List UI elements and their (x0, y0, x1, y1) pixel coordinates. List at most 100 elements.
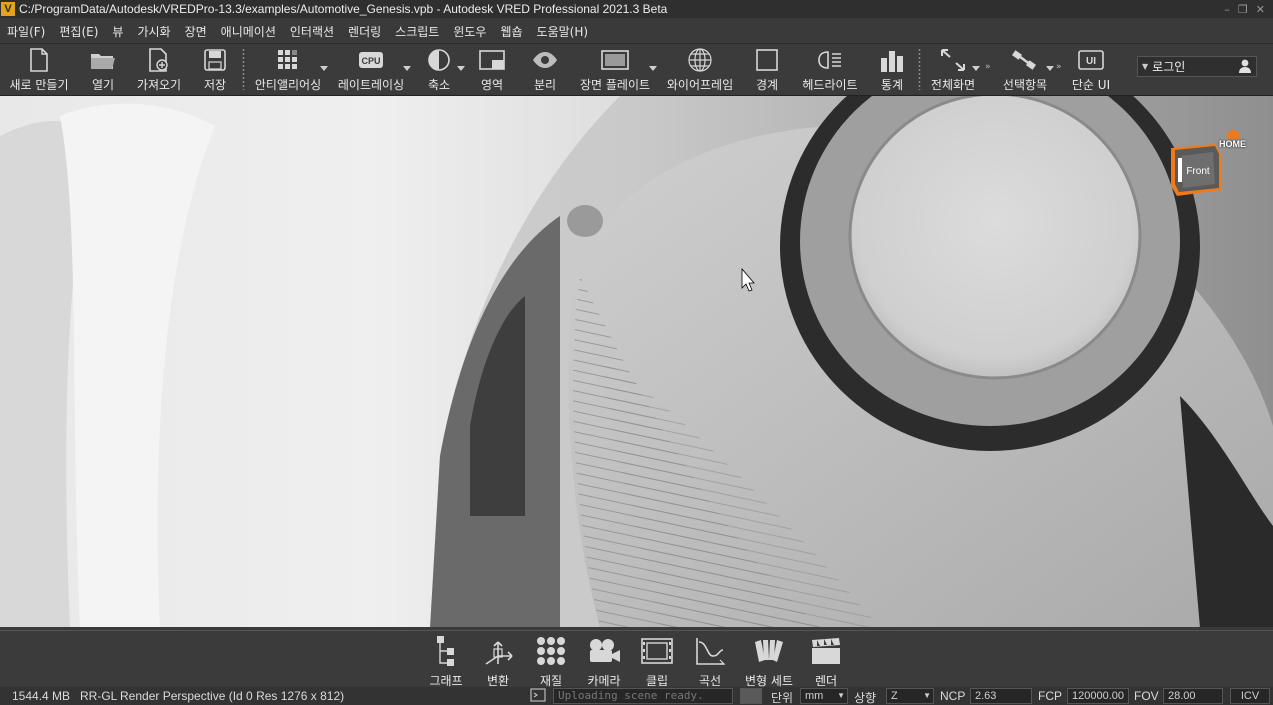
toolbar-grip[interactable] (242, 48, 245, 90)
reduce-button[interactable]: 축소 (420, 44, 458, 94)
cpu-icon: CPU (356, 47, 386, 73)
curve-editor-icon (694, 635, 726, 667)
selection-button[interactable]: 선택항목 (998, 44, 1052, 94)
reduce-dropdown-icon[interactable] (457, 66, 465, 71)
new-button[interactable]: 새로 만들기 (6, 44, 72, 94)
curve-button[interactable]: 곡선 (686, 635, 734, 689)
clapperboard-icon (811, 635, 841, 667)
selection-dropdown-icon[interactable] (1046, 66, 1054, 71)
scene-plate-button[interactable]: 장면 플레이트 (576, 44, 654, 94)
navigation-cube[interactable]: Front (1165, 138, 1225, 198)
fov-label: FOV (1134, 689, 1159, 703)
headlight-icon (816, 47, 844, 73)
variant-sets-button[interactable]: 변형 세트 (740, 635, 798, 689)
window-controls: – ❐ ✕ (1224, 0, 1265, 18)
separate-button[interactable]: 분리 (528, 44, 562, 94)
login-label: 로그인 (1152, 60, 1186, 74)
pixel-grid-icon (276, 47, 300, 73)
icv-button[interactable]: ICV (1230, 688, 1270, 704)
camera-button[interactable]: 카메라 (580, 635, 628, 689)
up-axis-select[interactable]: Z ▼ (886, 688, 934, 704)
fov-input[interactable]: 28.00 (1163, 688, 1223, 704)
vred-app-window: V C:/ProgramData/Autodesk/VREDPro-13.3/e… (0, 0, 1273, 705)
render-viewport[interactable]: Front HOME (0, 95, 1273, 627)
menu-file[interactable]: 파일(F) (0, 23, 52, 40)
menu-rendering[interactable]: 렌더링 (341, 23, 388, 40)
toolbar-overflow-icon[interactable]: » (985, 62, 991, 72)
status-bar: 1544.4 MB RR-GL Render Perspective (Id 0… (0, 687, 1273, 705)
minimize-icon[interactable]: – (1224, 3, 1230, 16)
vred-logo-icon: V (1, 2, 15, 16)
menu-animation[interactable]: 애니메이션 (214, 23, 283, 40)
render-view-image (0, 96, 1273, 627)
menu-edit[interactable]: 편집(E) (52, 23, 105, 40)
folder-icon (89, 47, 117, 73)
scene-plate-dropdown-icon[interactable] (649, 66, 657, 71)
satellite-icon (1011, 47, 1039, 73)
wireframe-button[interactable]: 와이어프레임 (664, 44, 736, 94)
simple-ui-button[interactable]: UI 단순 UI (1068, 44, 1114, 94)
menu-webshop[interactable]: 웹숍 (493, 23, 529, 40)
raytracing-dropdown-icon[interactable] (403, 66, 411, 71)
menu-script[interactable]: 스크립트 (388, 23, 446, 40)
import-button[interactable]: 가져오기 (134, 44, 184, 94)
chevron-down-icon: ▼ (923, 691, 931, 700)
menu-interaction[interactable]: 인터랙션 (283, 23, 341, 40)
film-clip-icon (641, 635, 673, 667)
message-field: Uploading scene ready. (553, 688, 733, 704)
user-icon (1238, 58, 1252, 77)
terminal-icon[interactable] (530, 688, 546, 705)
login-dropdown[interactable]: ▼ 로그인 (1137, 56, 1257, 77)
fcp-label: FCP (1038, 689, 1062, 703)
close-icon[interactable]: ✕ (1256, 3, 1265, 16)
scenegraph-icon (433, 635, 459, 667)
transform-button[interactable]: 변환 (474, 635, 522, 689)
open-button[interactable]: 열기 (84, 44, 122, 94)
units-label: 단위 (771, 691, 794, 705)
floppy-disk-icon (203, 47, 227, 73)
antialiasing-button[interactable]: 안티앨리어싱 (252, 44, 324, 94)
menu-help[interactable]: 도움말(H) (530, 23, 596, 40)
raytracing-button[interactable]: CPU 레이트레이싱 (334, 44, 408, 94)
units-select[interactable]: mm ▼ (800, 688, 848, 704)
material-spheres-icon (536, 635, 566, 667)
chevron-down-icon: ▼ (1142, 62, 1149, 71)
region-button[interactable]: 영역 (474, 44, 510, 94)
fullscreen-button[interactable]: 전체화면 (928, 44, 978, 94)
home-icon (1224, 129, 1241, 139)
window-title: C:/ProgramData/Autodesk/VREDPro-13.3/exa… (19, 2, 668, 16)
up-axis-label: 상향 (854, 691, 877, 705)
headlight-button[interactable]: 헤드라이트 (798, 44, 862, 94)
antialiasing-dropdown-icon[interactable] (320, 66, 328, 71)
fullscreen-dropdown-icon[interactable] (972, 66, 980, 71)
new-file-icon (28, 47, 50, 73)
menu-window[interactable]: 윈도우 (446, 23, 493, 40)
title-bar: V C:/ProgramData/Autodesk/VREDPro-13.3/e… (0, 0, 1273, 18)
wireframe-globe-icon (687, 47, 713, 73)
material-button[interactable]: 재질 (527, 635, 575, 689)
menu-view[interactable]: 뷰 (105, 23, 130, 40)
ncp-input[interactable]: 2.63 (970, 688, 1032, 704)
eye-icon (532, 47, 558, 73)
variant-cards-icon (753, 635, 785, 667)
save-button[interactable]: 저장 (198, 44, 232, 94)
clip-button[interactable]: 클립 (633, 635, 681, 689)
stats-button[interactable]: 통계 (876, 44, 908, 94)
chevron-down-icon: ▼ (837, 691, 845, 700)
bounds-button[interactable]: 경계 (752, 44, 782, 94)
home-view-button[interactable]: HOME (1219, 129, 1246, 149)
cpu-badge-label: CPU (361, 56, 380, 66)
restore-icon[interactable]: ❐ (1238, 3, 1248, 16)
ui-badge-icon: UI (1078, 47, 1104, 73)
clear-message-button[interactable] (740, 688, 762, 704)
menu-visualization[interactable]: 가시화 (130, 23, 177, 40)
transform-axes-icon (482, 635, 514, 667)
toolbar-overflow-icon[interactable]: » (1056, 62, 1062, 72)
simple-ui-badge-label: UI (1086, 56, 1096, 67)
menu-scene[interactable]: 장면 (178, 23, 214, 40)
render-button[interactable]: 렌더 (802, 635, 850, 689)
fcp-input[interactable]: 120000.00 (1067, 688, 1129, 704)
graph-button[interactable]: 그래프 (422, 635, 470, 689)
menu-bar: 파일(F) 편집(E) 뷰 가시화 장면 애니메이션 인터랙션 렌더링 스크립트… (0, 20, 595, 42)
toolbar-grip[interactable] (918, 48, 921, 90)
